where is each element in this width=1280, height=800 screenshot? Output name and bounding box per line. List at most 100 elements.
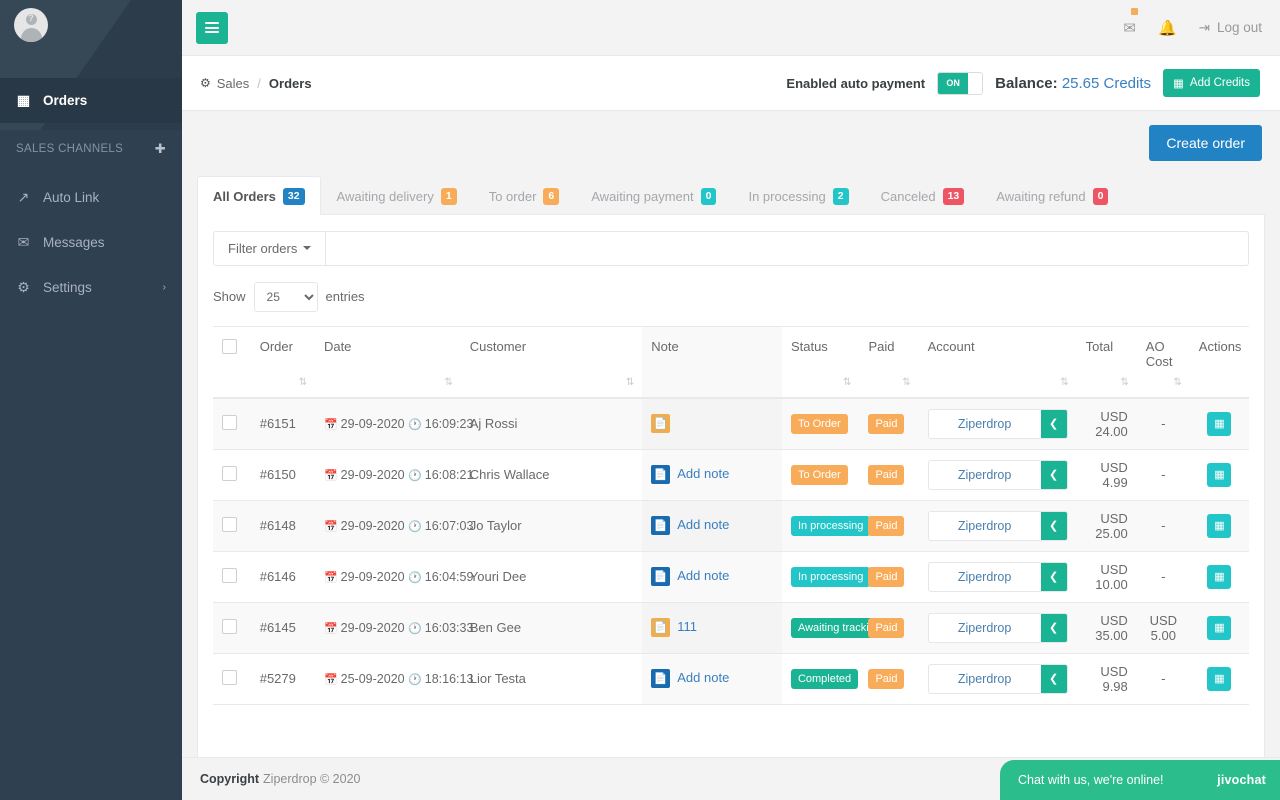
row-checkbox[interactable] bbox=[222, 414, 237, 430]
share-icon[interactable]: ❮ bbox=[1040, 409, 1067, 438]
note-link[interactable]: Add note bbox=[677, 466, 729, 481]
table-row[interactable]: #6148 📅 29-09-2020 🕐 16:07:03 Jo Taylor 📄 Add … bbox=[213, 500, 1249, 552]
tab-to-order[interactable]: To order 6 bbox=[473, 176, 576, 215]
total-cell: USD 4.99 bbox=[1076, 449, 1137, 501]
note-link[interactable]: Add note bbox=[677, 568, 729, 583]
table-row[interactable]: #6151 📅 29-09-2020 🕐 16:09:23 Aj Rossi 📄 To Or… bbox=[213, 397, 1249, 450]
document-icon[interactable]: 📄 bbox=[651, 618, 671, 638]
paid-badge: Paid bbox=[868, 515, 905, 536]
tab-awaiting-refund[interactable]: Awaiting refund 0 bbox=[980, 176, 1124, 215]
note-cell: 📄 bbox=[642, 397, 782, 450]
table-row[interactable]: #6150 📅 29-09-2020 🕐 16:08:21 Chris Wallace 📄… bbox=[213, 449, 1249, 501]
column-customer[interactable]: Customer ⇅ bbox=[460, 325, 643, 399]
orders-table-scroll[interactable]: Order ⇅ Date ⇅ Customer ⇅ Note Status ⇅ … bbox=[213, 325, 1249, 726]
document-icon[interactable]: 📄 bbox=[651, 669, 671, 689]
sort-icon[interactable]: ⇅ bbox=[1173, 377, 1181, 388]
sidebar-item-orders[interactable]: ▦ Orders bbox=[0, 78, 182, 123]
sort-icon[interactable]: ⇅ bbox=[626, 377, 634, 388]
filter-orders-button[interactable]: Filter orders bbox=[213, 230, 327, 266]
row-checkbox[interactable] bbox=[222, 465, 237, 481]
sort-icon[interactable]: ⇅ bbox=[299, 377, 307, 388]
tab-canceled[interactable]: Canceled 13 bbox=[865, 176, 981, 215]
sidebar-item-messages[interactable]: ✉ Messages bbox=[0, 220, 182, 265]
tab-awaiting-payment[interactable]: Awaiting payment 0 bbox=[575, 176, 732, 215]
total-cell: USD 35.00 bbox=[1076, 602, 1137, 654]
row-select-cell bbox=[213, 449, 251, 501]
sort-icon[interactable]: ⇅ bbox=[902, 377, 910, 388]
share-icon[interactable]: ❮ bbox=[1040, 613, 1067, 642]
id-card-icon[interactable]: ▦ bbox=[1207, 615, 1232, 640]
account-selector[interactable]: Ziperdrop ❮ bbox=[927, 561, 1068, 592]
row-checkbox[interactable] bbox=[222, 567, 237, 583]
status-badge: In processing bbox=[790, 515, 871, 536]
sort-icon[interactable]: ⇅ bbox=[843, 377, 851, 388]
document-icon[interactable]: 📄 bbox=[651, 414, 671, 434]
sidebar-item-auto-link[interactable]: ↗ Auto Link bbox=[0, 175, 182, 220]
tab-in-processing[interactable]: In processing 2 bbox=[732, 176, 864, 215]
sort-icon[interactable]: ⇅ bbox=[1120, 377, 1128, 388]
document-icon[interactable]: 📄 bbox=[651, 567, 671, 587]
share-icon[interactable]: ❮ bbox=[1040, 562, 1067, 591]
tab-all-orders[interactable]: All Orders 32 bbox=[197, 176, 321, 215]
share-icon[interactable]: ❮ bbox=[1040, 460, 1067, 489]
column-order[interactable]: Order ⇅ bbox=[250, 325, 315, 399]
note-link[interactable]: 111 bbox=[677, 619, 697, 634]
avatar-question-glyph: ? bbox=[28, 13, 34, 23]
select-all-checkbox[interactable] bbox=[222, 338, 237, 354]
account-selector[interactable]: Ziperdrop ❮ bbox=[927, 459, 1068, 490]
sort-icon[interactable]: ⇅ bbox=[1060, 377, 1068, 388]
document-icon[interactable]: 📄 bbox=[651, 465, 671, 485]
share-icon[interactable]: ❮ bbox=[1040, 511, 1067, 540]
column-ao-cost[interactable]: AO Cost ⇅ bbox=[1136, 325, 1190, 399]
id-card-icon[interactable]: ▦ bbox=[1207, 411, 1232, 436]
table-row[interactable]: #6146 📅 29-09-2020 🕐 16:04:59 Youri Dee 📄 Add … bbox=[213, 551, 1249, 603]
sort-icon[interactable]: ⇅ bbox=[444, 377, 452, 388]
sidebar-item-settings[interactable]: ⚙ Settings › bbox=[0, 265, 182, 310]
create-order-button[interactable]: Create order bbox=[1149, 125, 1262, 161]
column-status[interactable]: Status ⇅ bbox=[781, 325, 860, 399]
add-credits-button[interactable]: ▦ Add Credits bbox=[1163, 69, 1260, 97]
logout-button[interactable]: ⇥ Log out bbox=[1199, 20, 1262, 36]
account-selector[interactable]: Ziperdrop ❮ bbox=[927, 612, 1068, 643]
calendar-icon: 📅 bbox=[323, 673, 338, 686]
chat-widget[interactable]: Chat with us, we're online! jivochat bbox=[1000, 760, 1280, 800]
id-card-icon[interactable]: ▦ bbox=[1207, 666, 1232, 691]
table-row[interactable]: #5279 📅 25-09-2020 🕐 18:16:13 Lior Testa 📄 Add… bbox=[213, 653, 1249, 705]
actions-cell: ▦ bbox=[1189, 397, 1249, 450]
entries-per-page-select[interactable]: 25 10 50 100 bbox=[253, 281, 318, 312]
clock-icon: 🕐 bbox=[408, 571, 422, 584]
plus-circle-icon[interactable]: ✚ bbox=[155, 141, 166, 157]
column-paid[interactable]: Paid ⇅ bbox=[859, 325, 919, 399]
breadcrumb-root[interactable]: Sales bbox=[217, 76, 250, 91]
note-link[interactable]: Add note bbox=[677, 670, 729, 685]
row-checkbox[interactable] bbox=[222, 516, 237, 532]
column-date[interactable]: Date ⇅ bbox=[314, 325, 461, 399]
row-checkbox[interactable] bbox=[222, 618, 237, 634]
id-card-icon[interactable]: ▦ bbox=[1207, 564, 1232, 589]
tab-label: In processing bbox=[748, 188, 826, 204]
document-icon[interactable]: 📄 bbox=[651, 516, 671, 536]
note-link[interactable]: Add note bbox=[677, 517, 729, 532]
account-selector[interactable]: Ziperdrop ❮ bbox=[927, 663, 1068, 694]
column-label: Date bbox=[323, 338, 352, 354]
auto-payment-toggle[interactable]: ON bbox=[937, 71, 984, 95]
account-name: Ziperdrop bbox=[957, 671, 1012, 686]
id-card-icon[interactable]: ▦ bbox=[1207, 513, 1232, 538]
hamburger-icon[interactable] bbox=[196, 11, 228, 44]
row-checkbox[interactable] bbox=[222, 669, 237, 685]
bell-icon[interactable]: 🔔 bbox=[1158, 19, 1177, 37]
id-card-icon[interactable]: ▦ bbox=[1207, 462, 1232, 487]
table-row[interactable]: #6145 📅 29-09-2020 🕐 16:03:33 Ben Gee 📄 111 Awa… bbox=[213, 602, 1249, 654]
clock-icon: 🕐 bbox=[408, 673, 422, 686]
paid-cell: Paid bbox=[859, 500, 919, 552]
breadcrumb: ⚙ Sales / Orders bbox=[200, 76, 312, 91]
tab-awaiting-delivery[interactable]: Awaiting delivery 1 bbox=[321, 176, 473, 215]
filter-input[interactable] bbox=[326, 230, 1249, 266]
column-total[interactable]: Total ⇅ bbox=[1076, 325, 1137, 399]
account-selector[interactable]: Ziperdrop ❮ bbox=[927, 408, 1068, 439]
share-icon[interactable]: ❮ bbox=[1040, 664, 1067, 693]
account-selector[interactable]: Ziperdrop ❮ bbox=[927, 510, 1068, 541]
avatar[interactable]: ? bbox=[14, 8, 48, 42]
envelope-icon[interactable]: ✉ bbox=[1123, 7, 1138, 37]
column-account[interactable]: Account ⇅ bbox=[918, 325, 1077, 399]
